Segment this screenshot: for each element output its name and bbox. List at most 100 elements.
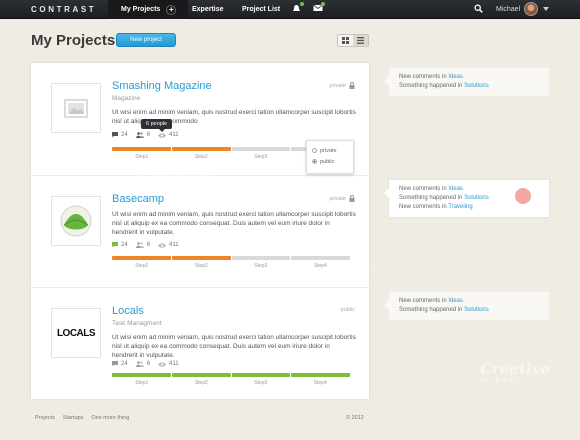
- progress-step-2: [171, 256, 231, 260]
- nav-item-label: My Projects: [121, 6, 161, 13]
- privacy-option-public[interactable]: public: [312, 156, 348, 167]
- basecamp-logo-icon: [60, 205, 92, 237]
- progress-step-1: [112, 147, 171, 151]
- comment-icon: [112, 361, 118, 367]
- footer-link[interactable]: Startups: [63, 415, 83, 421]
- footer-links: Projects Startups One more thing: [35, 415, 129, 421]
- mail-icon[interactable]: [313, 2, 325, 13]
- privacy-toggle[interactable]: public: [341, 307, 355, 313]
- project-thumbnail[interactable]: [51, 196, 101, 246]
- privacy-dropdown: private public: [306, 140, 354, 174]
- comments-stat[interactable]: 24: [112, 361, 128, 367]
- privacy-label: public: [340, 307, 355, 313]
- top-nav-bar: CONTRAST My Projects + Expertise Project…: [0, 0, 580, 19]
- list-view-icon[interactable]: [353, 35, 368, 46]
- privacy-toggle[interactable]: private: [329, 82, 355, 89]
- progress-steps: Step1 Step2 Step3 Step4: [112, 263, 350, 269]
- project-title[interactable]: Locals: [112, 305, 144, 317]
- people-icon: [135, 361, 144, 367]
- step-label: Step2: [194, 380, 208, 386]
- activity-link[interactable]: Solutions: [464, 307, 489, 313]
- views-stat[interactable]: 411: [158, 361, 179, 367]
- privacy-option-private[interactable]: private: [312, 145, 348, 156]
- step-label: Step3: [254, 380, 268, 386]
- activity-link[interactable]: Solutions: [464, 83, 489, 89]
- project-stats: 24 6 411: [112, 242, 179, 248]
- project-item: Basecamp private Ut wisi enim ad minim v…: [31, 175, 369, 287]
- progress-steps: Step1 Step2 Step3 Step4: [112, 380, 350, 386]
- footer-link[interactable]: Projects: [35, 415, 55, 421]
- privacy-toggle[interactable]: private: [329, 195, 355, 202]
- activity-line: Something happened in Solutions: [399, 307, 489, 313]
- comment-icon: [112, 242, 118, 248]
- radio-icon[interactable]: [312, 148, 317, 153]
- project-thumbnail[interactable]: [51, 83, 101, 133]
- bell-icon[interactable]: [292, 2, 304, 13]
- people-icon: [135, 132, 144, 138]
- radio-selected-icon[interactable]: [312, 159, 317, 164]
- activity-note: New comments in Ideas Something happened…: [384, 68, 549, 96]
- project-description: Ut wisi enim ad minim veniam, quis nostr…: [112, 211, 356, 236]
- people-stat[interactable]: 6: [135, 361, 150, 367]
- project-item: LOCALS Locals Task Managment public Ut w…: [31, 287, 369, 399]
- nav-item-label: Project List: [242, 6, 281, 13]
- privacy-label: private: [329, 82, 346, 89]
- views-stat[interactable]: 411: [158, 132, 179, 138]
- progress-step-3: [231, 256, 291, 260]
- plus-icon[interactable]: +: [166, 4, 177, 15]
- image-placeholder-icon: [64, 99, 88, 118]
- people-tooltip: 6 people: [141, 119, 173, 132]
- search-icon[interactable]: [474, 4, 483, 15]
- avatar[interactable]: [524, 2, 538, 16]
- activity-note: New comments in Ideas Something happened…: [384, 292, 549, 320]
- cursor-highlight: [515, 188, 531, 204]
- project-stats: 24 6 411: [112, 132, 179, 138]
- eye-icon: [158, 361, 167, 367]
- activity-link[interactable]: Traveling: [448, 204, 472, 210]
- step-label: Step1: [135, 263, 149, 269]
- footer-link[interactable]: One more thing: [91, 415, 129, 421]
- lock-icon: [349, 82, 355, 89]
- new-project-button[interactable]: New project: [116, 33, 176, 47]
- user-name[interactable]: Michael: [496, 6, 520, 13]
- activity-link[interactable]: Ideas: [448, 186, 463, 192]
- progress-bar: [112, 256, 350, 260]
- activity-link[interactable]: Ideas: [448, 74, 463, 80]
- progress-step-1: [112, 373, 171, 377]
- people-stat[interactable]: 6: [135, 242, 150, 248]
- eye-icon: [158, 242, 167, 248]
- comment-icon: [112, 132, 118, 138]
- project-subtitle: Magazine: [112, 95, 141, 102]
- views-stat[interactable]: 411: [158, 242, 179, 248]
- step-label: Step2: [194, 263, 208, 269]
- chevron-down-icon[interactable]: [543, 7, 549, 11]
- locals-logo: LOCALS: [56, 327, 96, 339]
- activity-link[interactable]: Solutions: [464, 195, 489, 201]
- view-toggle: [337, 34, 369, 47]
- progress-step-4: [291, 373, 350, 377]
- project-title[interactable]: Smashing Magazine: [112, 80, 212, 92]
- nav-item-my-projects[interactable]: My Projects +: [108, 0, 188, 19]
- project-title[interactable]: Basecamp: [112, 193, 164, 205]
- progress-step-4: [291, 256, 350, 260]
- progress-bar: [112, 373, 350, 377]
- copyright: © 2012: [346, 415, 364, 421]
- activity-line: New comments in Ideas: [399, 298, 464, 304]
- comments-stat[interactable]: 24: [112, 242, 128, 248]
- watermark: Creative MARKET: [480, 360, 550, 384]
- progress-step-3: [231, 373, 291, 377]
- progress-step-3: [231, 147, 291, 151]
- project-list: Smashing Magazine Magazine private Ut wi…: [31, 63, 369, 399]
- activity-link[interactable]: Ideas: [448, 298, 463, 304]
- grid-view-icon[interactable]: [338, 35, 353, 46]
- logo[interactable]: CONTRAST: [31, 5, 96, 14]
- comments-stat[interactable]: 24: [112, 132, 128, 138]
- page-title: My Projects: [31, 32, 116, 49]
- step-label: Step4: [313, 263, 327, 269]
- project-thumbnail[interactable]: LOCALS: [51, 308, 101, 358]
- nav-item-project-list[interactable]: Project List: [242, 0, 280, 19]
- people-stat[interactable]: 6: [135, 132, 150, 138]
- step-label: Step1: [135, 380, 149, 386]
- nav-item-expertise[interactable]: Expertise: [192, 0, 224, 19]
- progress-step-1: [112, 256, 171, 260]
